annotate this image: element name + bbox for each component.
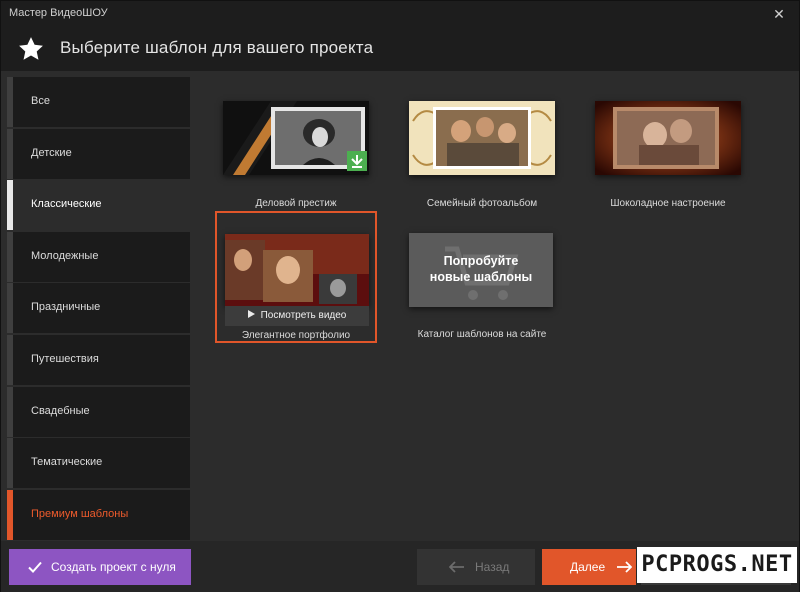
template-label: Шоколадное настроение — [610, 198, 726, 209]
watch-video-button[interactable]: Посмотреть видео — [225, 306, 369, 326]
catalog-cta-text: Попробуйте новые шаблоны — [429, 254, 533, 284]
template-label: Семейный фотоальбом — [426, 198, 538, 209]
sidebar-item-label: Тематические — [31, 456, 103, 469]
sidebar-item-premium[interactable]: Премиум шаблоны — [7, 489, 190, 540]
create-new-project-button[interactable]: Создать проект с нуля — [9, 549, 191, 585]
template-label: Деловой престиж — [255, 198, 337, 209]
create-new-project-label: Создать проект с нуля — [51, 560, 176, 574]
template-card[interactable]: Шоколадное настроение — [595, 101, 741, 225]
sidebar-item-holiday[interactable]: Праздничные — [7, 283, 190, 334]
next-label: Далее — [570, 560, 606, 574]
watermark-logo: PCPROGS.NET — [637, 547, 797, 583]
sidebar-item-youth[interactable]: Молодежные — [7, 231, 190, 282]
template-grid: Деловой престиж Семейный фотоальбом Шоко… — [191, 77, 799, 541]
sidebar-item-label: Свадебные — [31, 404, 90, 417]
template-label: Элегантное портфолио — [241, 330, 351, 341]
template-thumbnail — [409, 101, 555, 175]
sidebar-item-wedding[interactable]: Свадебные — [7, 386, 190, 437]
category-sidebar: Все Детские Классические Молодежные Праз… — [7, 77, 190, 541]
sidebar-item-kids[interactable]: Детские — [7, 128, 190, 179]
arrow-right-icon — [617, 561, 632, 573]
page-title: Выберите шаблон для вашего проекта — [60, 38, 374, 57]
template-thumbnail — [595, 101, 741, 175]
sidebar-item-thematic[interactable]: Тематические — [7, 438, 190, 489]
sidebar-item-classic[interactable]: Классические — [7, 180, 190, 231]
sidebar-item-travel[interactable]: Путешествия — [7, 334, 190, 385]
back-label: Назад — [475, 560, 510, 574]
template-preview-image — [223, 101, 369, 175]
sidebar-item-label: Праздничные — [31, 301, 101, 314]
check-icon — [28, 561, 42, 573]
template-preview-image — [225, 234, 369, 306]
sidebar-item-label: Путешествия — [31, 352, 99, 365]
sidebar-item-all[interactable]: Все — [7, 77, 190, 127]
template-catalog-card[interactable]: Попробуйте новые шаблоны Каталог шаблоно… — [409, 233, 555, 345]
back-button[interactable]: Назад — [417, 549, 535, 585]
play-icon — [247, 310, 255, 318]
next-button[interactable]: Далее — [542, 549, 636, 585]
watch-video-label: Посмотреть видео — [260, 310, 347, 321]
sidebar-item-label: Молодежные — [31, 249, 99, 262]
wizard-window: Мастер ВидеоШОУ ✕ Выберите шаблон для ва… — [0, 0, 800, 592]
template-preview-image — [409, 101, 555, 175]
star-icon — [19, 37, 43, 60]
wizard-header: Выберите шаблон для вашего проекта — [1, 27, 799, 71]
sidebar-item-label: Премиум шаблоны — [31, 507, 129, 520]
sidebar-item-label: Классические — [31, 198, 102, 211]
arrow-left-icon — [449, 561, 464, 573]
sidebar-item-label: Детские — [31, 146, 72, 159]
title-bar: Мастер ВидеоШОУ ✕ — [1, 1, 799, 27]
template-card-selected[interactable]: Посмотреть видео Элегантное портфолио — [215, 211, 377, 343]
window-title: Мастер ВидеоШОУ — [9, 7, 108, 19]
template-catalog-banner: Попробуйте новые шаблоны — [409, 233, 553, 307]
template-label: Каталог шаблонов на сайте — [417, 329, 547, 340]
template-preview-image — [595, 101, 741, 175]
template-thumbnail — [225, 234, 369, 306]
template-card[interactable]: Деловой престиж — [223, 101, 369, 225]
template-thumbnail — [223, 101, 369, 175]
sidebar-item-label: Все — [31, 95, 50, 107]
close-icon[interactable]: ✕ — [769, 4, 789, 24]
template-card[interactable]: Семейный фотоальбом — [409, 101, 555, 225]
